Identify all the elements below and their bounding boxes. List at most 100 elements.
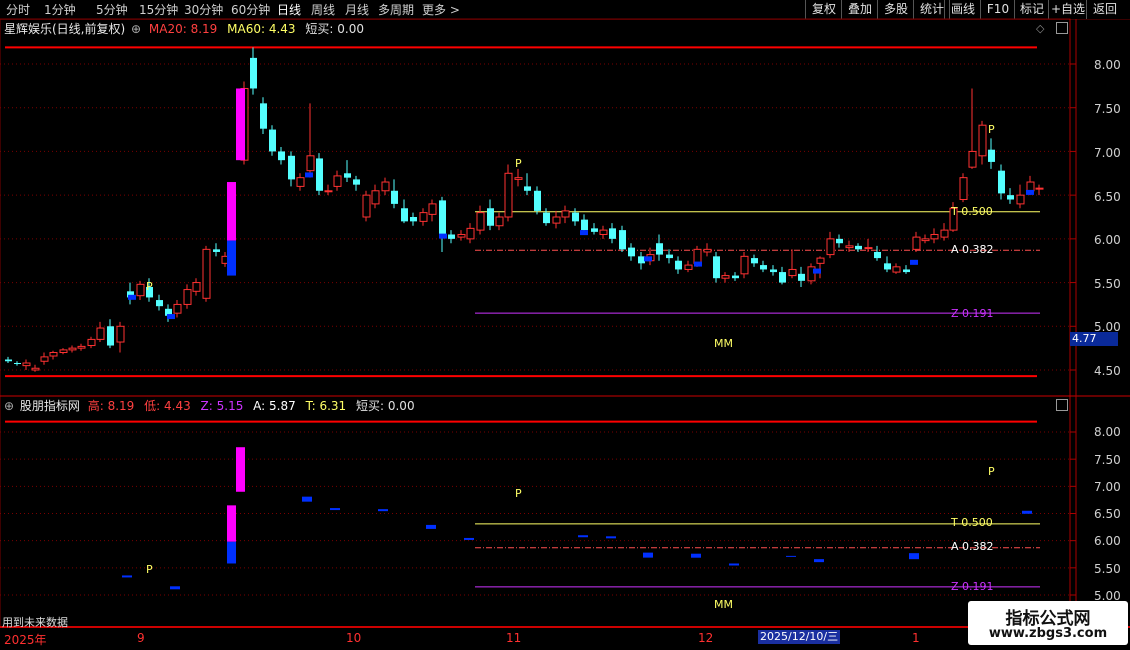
- candle-body-down: [779, 272, 786, 283]
- candle-body-up: [968, 150, 977, 168]
- maximize-icon[interactable]: [1056, 22, 1068, 34]
- candle-body-down: [401, 208, 408, 222]
- candle-body-up: [183, 289, 192, 305]
- candle-body-down: [988, 149, 995, 162]
- candle-body-up: [921, 238, 930, 242]
- candle-body-up: [77, 345, 86, 349]
- signal-mark-blue: [439, 233, 447, 239]
- candle-body-down: [998, 170, 1005, 194]
- candle-body-down: [760, 265, 767, 270]
- t-label: T: 6.31: [305, 399, 347, 413]
- axis-label: 8.00: [1094, 425, 1121, 439]
- current-price-tag: 4.77: [1070, 332, 1118, 346]
- signal-mark-blue: [694, 261, 702, 267]
- short-buy-label: 短买: 0.00: [305, 22, 364, 36]
- signal-mark-blue: [644, 256, 652, 262]
- sub-signal-mark-blue: [122, 575, 132, 578]
- sub-signal-mark-blue: [378, 509, 388, 512]
- axis-label: 7.00: [1094, 480, 1121, 494]
- candle-body-up: [96, 327, 105, 340]
- candle-body-up: [1026, 181, 1035, 192]
- sub-signal-mark-blue: [302, 496, 312, 502]
- indicator-name[interactable]: 股朋指标网: [20, 399, 80, 413]
- candle-body-down: [213, 249, 220, 252]
- sub-signal-bar-magenta: [236, 447, 245, 492]
- candle-body-up: [136, 283, 145, 297]
- candle-body-up: [428, 203, 437, 215]
- candle-body-down: [581, 219, 588, 231]
- time-label: 9: [137, 631, 145, 645]
- candle-body-up: [892, 266, 901, 273]
- candle-body-up: [306, 155, 315, 172]
- sub-maximize-icon[interactable]: [1056, 399, 1068, 411]
- candle-body-down: [713, 256, 720, 279]
- candle-body-down: [628, 247, 635, 257]
- candle-body-up: [466, 227, 475, 240]
- sub-signal-mark-blue: [464, 537, 474, 540]
- future-data-note: 用到未来数据: [2, 616, 68, 629]
- candle-body-down: [316, 158, 323, 191]
- time-label: 12: [698, 631, 714, 645]
- axis-label: 7.00: [1094, 146, 1121, 160]
- time-label: 10: [346, 631, 362, 645]
- sub-signal-mark-blue: [643, 552, 653, 558]
- p-marker: P: [146, 280, 153, 293]
- candle-body-down: [534, 190, 541, 211]
- candle-body-up: [59, 349, 68, 354]
- axis-label: 8.00: [1094, 58, 1121, 72]
- candle-body-up: [599, 229, 608, 235]
- sub-short-buy-label: 短买: 0.00: [356, 399, 415, 413]
- candle-body-down: [675, 260, 682, 270]
- sub-signal-mark-blue: [606, 536, 616, 539]
- candle-body-down: [855, 245, 862, 250]
- p-marker: P: [515, 157, 522, 170]
- stock-title[interactable]: 星辉娱乐(日线,前复权): [4, 22, 125, 36]
- candle-body-down: [732, 275, 739, 279]
- sub-settings-icon[interactable]: ⊕: [4, 399, 14, 413]
- candle-body-up: [930, 233, 939, 240]
- axis-label: 7.50: [1094, 453, 1121, 467]
- signal-mark-blue: [580, 230, 588, 236]
- candle-body-down: [344, 173, 351, 178]
- sub-signal-mark-blue: [786, 555, 796, 557]
- candle-body-down: [903, 269, 910, 273]
- mm-label: MM: [714, 337, 733, 350]
- axis-label: 4.50: [1094, 364, 1121, 378]
- candle-body-down: [619, 230, 626, 250]
- axis-label: 6.00: [1094, 233, 1121, 247]
- candle-body-up: [296, 177, 305, 187]
- sub-fib-t-label: T 0.500: [951, 516, 993, 529]
- fib-a-label: A 0.382: [951, 243, 994, 256]
- low-label: 低: 4.43: [144, 399, 191, 413]
- candle-body-down: [391, 190, 398, 204]
- a-label: A: 5.87: [253, 399, 296, 413]
- candle-body-down: [751, 258, 758, 264]
- signal-bar-magenta: [236, 88, 245, 161]
- candle-body-up: [959, 177, 968, 201]
- sub-signal-mark-blue: [426, 524, 436, 529]
- candle-body-down: [1007, 195, 1014, 200]
- diamond-icon[interactable]: ◇: [1036, 22, 1044, 35]
- candle-body-up: [504, 172, 513, 218]
- main-panel-header: 星辉娱乐(日线,前复权) ⊕ MA20: 8.19 MA60: 4.43 短买:…: [4, 21, 364, 37]
- signal-bar-magenta: [227, 182, 236, 241]
- candle-body-down: [288, 155, 295, 180]
- main-settings-icon[interactable]: ⊕: [131, 22, 141, 36]
- candle-body-up: [864, 247, 873, 250]
- axis-label: 6.00: [1094, 534, 1121, 548]
- signal-mark-blue: [128, 294, 136, 300]
- sub-p-marker: P: [515, 487, 522, 500]
- time-label: 11: [506, 631, 522, 645]
- candle-body-down: [14, 363, 21, 365]
- axis-label: 6.50: [1094, 190, 1121, 204]
- candle-body-up: [457, 233, 466, 238]
- sub-p-marker: P: [988, 465, 995, 478]
- candle-body-up: [192, 282, 201, 292]
- signal-mark-blue: [305, 172, 313, 178]
- sub-signal-mark-blue: [330, 508, 340, 511]
- candle-body-down: [572, 212, 579, 222]
- sub-signal-mark-blue: [170, 586, 180, 590]
- candle-body-down: [543, 212, 550, 224]
- candle-body-down: [656, 243, 663, 255]
- ma20-label: MA20: 8.19: [148, 22, 218, 36]
